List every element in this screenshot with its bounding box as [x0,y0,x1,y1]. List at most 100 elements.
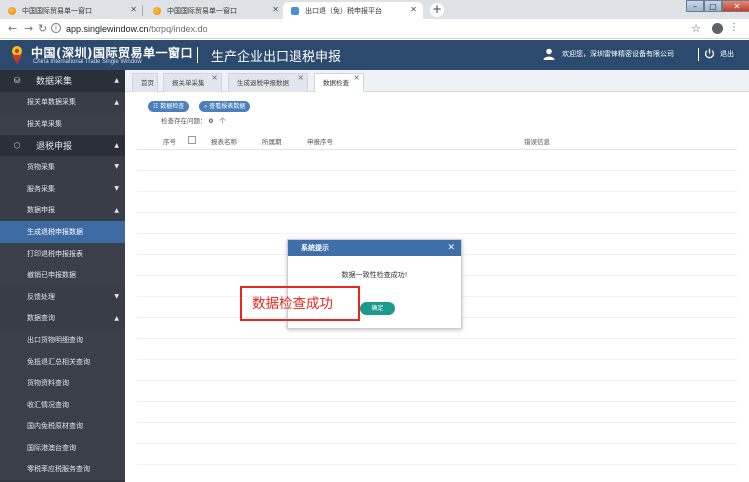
back-arrow-icon[interactable]: ← [8,22,17,36]
ok-button[interactable]: 确定 [360,302,395,315]
sidebar-item-label: 报关单采集 [27,119,62,128]
url-path: /txrpq/index.do [148,24,208,34]
sidebar-item-label: 打印退税申报报表 [27,249,83,258]
select-all-checkbox[interactable] [188,136,196,144]
sidebar-item[interactable]: 零税率应税服务查询 [0,458,125,481]
sidebar-item[interactable]: 国际港澳台查询 [0,437,125,459]
issue-count: 0 [208,117,214,125]
table-row [137,212,737,213]
column-header: 报表名称 [211,138,237,146]
sidebar-item[interactable]: 生成退税申报数据 [0,221,125,243]
sidebar-item-label: 零税率应税服务查询 [27,465,90,474]
sidebar-item[interactable]: ⛁ 数据采集 ▲ [0,70,125,92]
sidebar-item[interactable]: 反馈处理 ▼ [0,285,125,308]
tab-home[interactable]: 首页 [132,73,158,92]
bookmark-star-icon[interactable]: ☆ [691,22,701,35]
sidebar-item-label: 货物采集 [27,163,55,172]
sidebar-item[interactable]: 出口货物明细查询 [0,329,125,351]
table-row [137,401,737,402]
column-header: 序号 [163,138,176,146]
sidebar-item-label: 出口货物明细查询 [27,335,83,344]
sidebar-item-label: 收汇情况查询 [27,400,69,409]
caret-down-icon: ▼ [114,163,119,171]
dialog-title: 系统提示 [301,244,329,252]
maximize-window-button[interactable]: □ [704,0,722,12]
caret-up-icon: ▲ [114,141,119,149]
data-check-button[interactable]: ☷ 数据检查 [148,101,190,112]
close-icon[interactable]: ✕ [447,240,455,256]
profile-avatar-icon[interactable] [712,23,723,34]
issue-summary: 检查存在问题： 0 个 [161,115,226,125]
site-favicon-icon [153,6,161,15]
sidebar-item[interactable]: 打印退税申报报表 [0,242,125,265]
browser-menu-icon[interactable]: ⋮ [729,22,739,33]
caret-up-icon: ▲ [114,206,119,214]
reload-icon[interactable]: ↻ [38,22,47,36]
sidebar-item-label: 反馈处理 [27,292,55,301]
close-tab-icon[interactable]: × [211,69,218,87]
column-header: 申报序号 [307,138,333,146]
logout-link[interactable]: 退出 [720,49,734,59]
sidebar-item-label: 报关单数据采集 [27,98,76,107]
sidebar-item-label: 国内免税原材查询 [27,422,83,431]
tab-label: 首页 [141,79,154,87]
welcome-text: 欢迎您，深圳雷锋精密设备有限公司 [562,50,674,58]
close-tab-icon[interactable]: ✕ [410,5,417,14]
issue-unit: 个 [219,117,226,125]
url-field[interactable]: app.singlewindow.cn/txrpq/index.do [66,24,208,34]
annotation-callout: 数据检查成功 [240,286,360,321]
sidebar-item[interactable]: ⬡ 退税申报 ▲ [0,134,125,157]
sidebar-item-label: 货物资料查询 [27,379,69,388]
table-row [137,191,737,192]
tab-customs-collection[interactable]: 报关单采集 × [163,73,222,92]
table-row [137,233,737,234]
site-favicon-icon [291,6,299,15]
new-tab-button[interactable]: + [430,3,444,17]
table-row [137,380,737,381]
caret-up-icon: ▲ [114,314,119,322]
db-icon: ⛁ [13,76,21,86]
table-row [137,359,737,360]
tab-label: 生成退税申报数据 [237,79,289,87]
sidebar-item[interactable]: 收汇情况查询 [0,393,125,416]
tab-label: 报关单采集 [172,79,205,87]
sidebar-item-label: 数据查询 [27,314,55,323]
brand-subtitle: China International Trade Single Window [33,59,142,65]
table-row [137,422,737,423]
tab-data-check[interactable]: 数据检查 × [314,73,364,92]
sidebar-item-label: 免抵退汇总相关查询 [27,357,90,366]
cube-icon: ⬡ [13,141,21,151]
sidebar-item[interactable]: 货物采集 ▼ [0,156,125,178]
minimize-window-button[interactable]: – [686,0,704,12]
forward-arrow-icon[interactable]: → [24,22,33,36]
sidebar-item[interactable]: 报关单采集 [0,113,125,135]
issue-label: 检查存在问题： [161,117,207,125]
view-report-button[interactable]: ⌕ 查看报表数据 [199,101,251,112]
close-tab-icon[interactable]: × [353,69,360,87]
close-tab-icon[interactable]: ✕ [272,5,279,14]
close-tab-icon[interactable]: ✕ [130,5,137,14]
emblem-logo-icon [12,46,22,64]
sidebar-item[interactable]: 服务采集 ▼ [0,177,125,200]
power-icon[interactable] [704,48,715,59]
sidebar-item[interactable]: 货物资料查询 [0,372,125,394]
close-window-button[interactable]: ✕ [722,0,749,12]
sidebar-item[interactable]: 国内免税原材查询 [0,415,125,438]
tab-generate-declaration[interactable]: 生成退税申报数据 × [228,73,308,92]
browser-tab-3[interactable]: 出口退（免）税申报平台 ✕ [283,2,423,19]
browser-tab-1[interactable]: 中国国际贸易单一窗口 ✕ [0,2,143,19]
sidebar-item[interactable]: 数据申报 ▲ [0,199,125,222]
sidebar-item[interactable]: 撤销已申报数据 [0,264,125,286]
sidebar-item[interactable]: 报关单数据采集 ▲ [0,91,125,114]
tab-label: 数据检查 [323,79,349,87]
column-header: 所属期 [262,138,282,146]
column-header: 错误信息 [524,138,550,146]
close-tab-icon[interactable]: × [297,69,304,87]
browser-tab-title: 中国国际贸易单一窗口 [22,6,92,15]
sidebar-item[interactable]: 免抵退汇总相关查询 [0,350,125,373]
site-info-icon[interactable]: i [51,23,61,33]
header-divider [197,47,198,63]
sidebar-item[interactable]: 数据查询 ▲ [0,307,125,330]
browser-tab-2[interactable]: 中国国际贸易单一窗口 ✕ [145,2,285,19]
caret-up-icon: ▲ [114,98,119,106]
